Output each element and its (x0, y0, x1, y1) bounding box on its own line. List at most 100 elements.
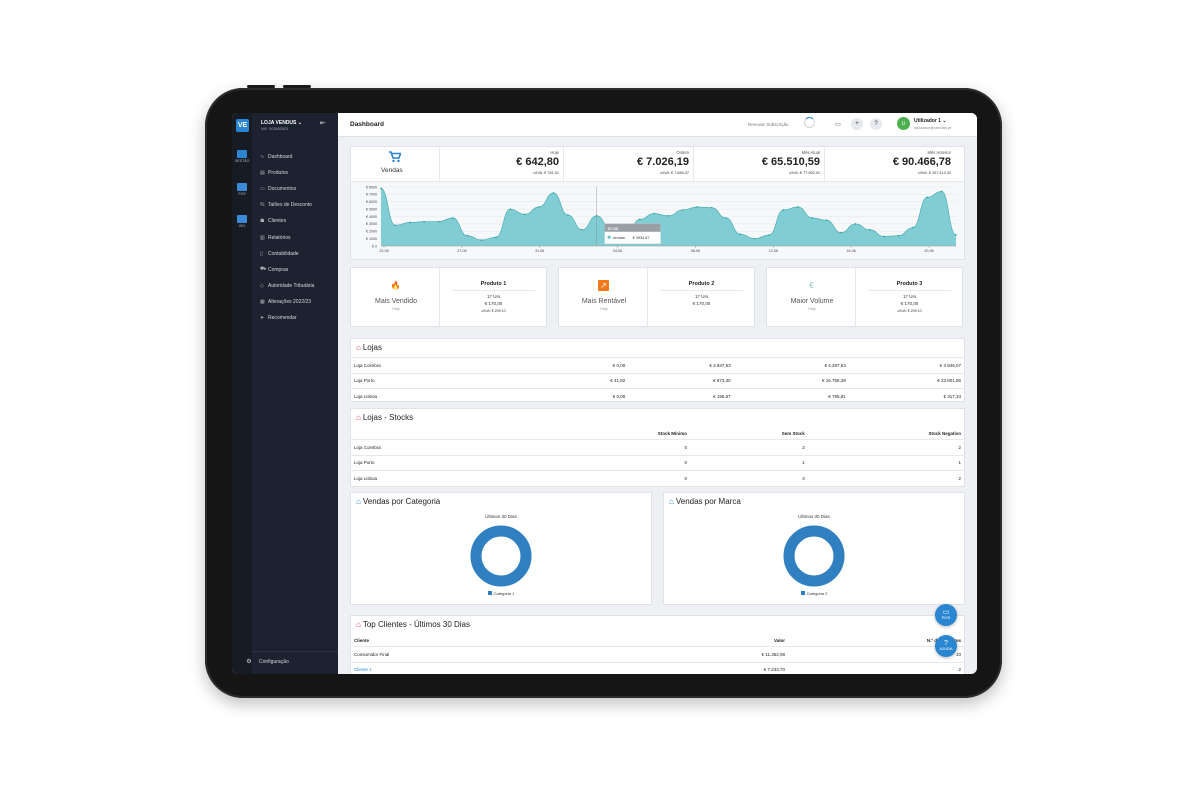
data-point[interactable] (955, 234, 957, 236)
user-email: utilizador@vendus.pt (914, 125, 952, 130)
data-point[interactable] (854, 223, 857, 225)
data-point[interactable] (696, 206, 699, 208)
divider (824, 147, 825, 181)
data-point[interactable] (538, 206, 540, 208)
y-tick-label: € 2000 (366, 230, 377, 234)
chart-tooltip: 07-06 vendas € 3934.87 (604, 223, 661, 244)
sidebar-item-autoridade-tribut-ria[interactable]: ◇ Autoridade Tributária (260, 278, 314, 294)
divider (693, 147, 694, 181)
sidebar-item-label: Documentos (268, 186, 297, 193)
store-selector[interactable]: LOJA VENDUS ⌄ (261, 120, 302, 126)
data-point[interactable] (797, 206, 799, 208)
data-point[interactable] (523, 213, 526, 216)
data-point[interactable] (394, 224, 397, 227)
data-point[interactable] (682, 209, 684, 211)
data-point[interactable] (552, 192, 555, 194)
table-row[interactable]: Loja Coimbra 0 2 2 (351, 439, 964, 455)
avatar[interactable]: U (897, 117, 910, 130)
monitor-icon[interactable]: ▭ (832, 118, 844, 130)
y-tick-label: € 0 (372, 244, 377, 248)
product-value: € 170,00 (484, 301, 503, 306)
data-point[interactable] (495, 236, 497, 238)
table-row[interactable]: Loja Coimbra € 0,00 € 3.937,63 € 4.287,63 € … (351, 357, 964, 373)
plus-icon[interactable]: + (851, 118, 863, 130)
data-point[interactable] (825, 219, 828, 221)
column-header: Cliente (354, 638, 370, 643)
x-tick-label: 12-06 (769, 249, 778, 253)
sidebar-item-label: Produtos (268, 170, 289, 177)
sales-card: Vendas Hoje € 642,80 c/IVA: € 781,91 Ontem €… (350, 146, 965, 260)
table-row[interactable]: Cliente 1 € 7.233,70 2 (351, 661, 964, 674)
data-point[interactable] (868, 228, 871, 231)
data-point[interactable] (926, 196, 929, 199)
data-point[interactable] (782, 209, 785, 211)
data-point[interactable] (423, 220, 425, 223)
table-row[interactable]: Loja Porto 0 1 1 (351, 454, 964, 471)
kpi-label: Mês Atual (801, 150, 820, 155)
data-point[interactable] (653, 212, 655, 215)
rail-item-pos[interactable]: POS (232, 183, 252, 196)
user-menu[interactable]: Utilizador 1 ⌄ (914, 118, 947, 124)
client-value: € 7.233,70 (592, 661, 788, 674)
data-point[interactable] (940, 190, 943, 193)
rail-item-gestao[interactable]: GESTÃO (232, 150, 252, 163)
data-point[interactable] (480, 239, 483, 241)
rail-label: ISO (238, 224, 246, 228)
data-point[interactable] (811, 217, 814, 219)
data-point[interactable] (897, 234, 900, 237)
help-icon[interactable]: ? (870, 118, 882, 130)
help-fab-button[interactable]: ? AJUDA (935, 635, 957, 657)
data-point[interactable] (739, 233, 742, 235)
data-point[interactable] (768, 234, 770, 236)
rail-item-iso[interactable]: ISO (232, 215, 252, 228)
sidebar-item-contabilidade[interactable]: ▯ Contabilidade (260, 246, 314, 262)
sidebar-item-relat-rios[interactable]: ▥ Relatórios (260, 229, 314, 245)
data-point[interactable] (466, 234, 469, 237)
store-name: Loja Coimbra (351, 439, 547, 455)
data-point[interactable] (710, 206, 713, 209)
sidebar-item-tal-es-de-desconto[interactable]: % Talões de Desconto (260, 197, 314, 213)
client-name: Consumidor Final (351, 646, 592, 662)
data-point[interactable] (408, 221, 411, 224)
data-point[interactable] (567, 214, 569, 216)
sidebar-item-dashboard[interactable]: ∿ Dashboard (260, 149, 314, 165)
renew-subscription-link[interactable]: Renovar Subscrição (748, 122, 789, 127)
table-row[interactable]: Loja Lisboa € 0,00 € 195,57 € 795,81 € 317,3… (351, 388, 964, 404)
iso-icon (237, 215, 247, 223)
home-icon: ⌂ (356, 620, 361, 629)
product-units: 17 Uni (902, 294, 916, 299)
data-point[interactable] (638, 218, 641, 221)
data-point[interactable] (883, 235, 885, 238)
table-row[interactable]: Consumidor Final € 11.362,08 10 (351, 646, 964, 662)
sidebar-item-label: Clientes (268, 218, 287, 225)
store-name: Loja Lisboa (351, 388, 547, 404)
data-point[interactable] (725, 217, 727, 219)
sidebar-item-clientes[interactable]: ☗ Clientes (260, 213, 314, 229)
product-card-3: € Maior Volume Hoje Produto 3 17 Uni € 170,00… (766, 267, 963, 327)
data-point[interactable] (581, 228, 584, 231)
collapse-sidebar-icon[interactable]: ⇤ (320, 119, 326, 127)
sidebar-item-configuracao[interactable]: ⚙ Configuração (239, 658, 288, 665)
sidebar-item-documentos[interactable]: ▭ Documentos (260, 181, 314, 197)
donut-slice (783, 525, 845, 587)
data-point[interactable] (667, 214, 670, 217)
data-point[interactable] (452, 217, 454, 219)
legend-label: Categoria 1 (493, 591, 515, 596)
table-row[interactable]: Loja Lisboa 0 3 2 (351, 470, 964, 486)
sidebar-item-produtos[interactable]: ▤ Produtos (260, 165, 314, 181)
sidebar-item-compras[interactable]: ⛟ Compras (260, 262, 314, 278)
data-point[interactable] (437, 220, 440, 223)
data-point[interactable] (509, 208, 512, 210)
data-point[interactable] (912, 226, 914, 229)
data-point[interactable] (753, 237, 756, 240)
sidebar-item-altera-es-2022-23[interactable]: ▦ Alterações 2022/23 (260, 294, 314, 310)
table-row[interactable]: Loja Porto € 41,82 € 873,30 € 16.756,38 € 23… (351, 372, 964, 389)
product-period: Hoje (392, 307, 400, 311)
store-name: Loja Porto (351, 372, 547, 389)
data-point[interactable] (380, 187, 382, 190)
pos-fab-button[interactable]: ▭ POS (935, 604, 957, 626)
store-value: € 195,57 (628, 388, 734, 404)
client-name[interactable]: Cliente 1 (351, 661, 592, 674)
data-point[interactable] (840, 231, 842, 234)
sidebar-item-recomendar[interactable]: ➤ Recomendar (260, 310, 314, 326)
